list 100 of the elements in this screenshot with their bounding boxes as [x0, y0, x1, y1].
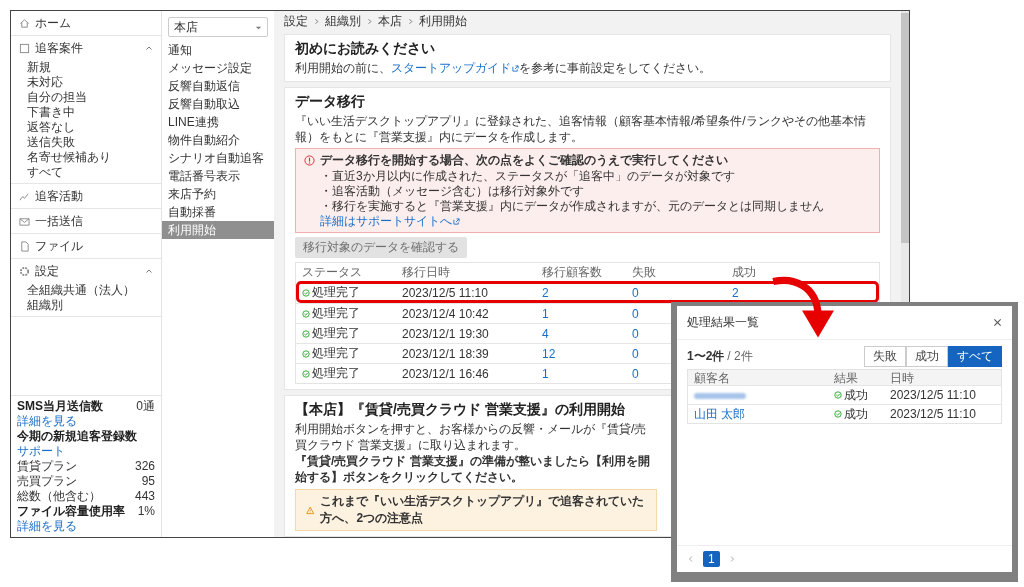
dialog-title: 処理結果一覧	[687, 314, 759, 331]
nav-subitem[interactable]: すべて	[27, 165, 161, 180]
result-range: 1〜2件	[687, 348, 725, 365]
stat-label: 総数（他含む）	[17, 489, 101, 503]
check-circle-icon	[302, 288, 310, 297]
stat-link[interactable]: 詳細を見る	[17, 519, 77, 533]
card-title: 初めにお読みください	[295, 40, 435, 58]
nav-icon	[19, 265, 30, 277]
nav-subitem[interactable]: 未対応	[27, 75, 161, 90]
alert-icon	[304, 155, 315, 166]
table-cell-text: 2023/12/5 11:10	[889, 388, 977, 402]
nav-subitem[interactable]: 全組織共通（法人）	[27, 283, 161, 298]
submenu-item[interactable]: 来店予約	[162, 185, 274, 203]
check-circle-icon	[302, 369, 310, 378]
result-text: 成功	[844, 405, 868, 423]
card-title: 【本店】『賃貸/売買クラウド 営業支援』の利用開始	[295, 401, 625, 419]
nav-item[interactable]: 設定	[11, 259, 161, 283]
page-button[interactable]: 1	[703, 551, 720, 567]
failed-link[interactable]: 0	[632, 306, 639, 321]
breadcrumb-item[interactable]: 設定	[284, 13, 308, 29]
nav-subitem[interactable]: 名寄せ候補あり	[27, 150, 161, 165]
nav-subitem[interactable]: 組織別	[27, 298, 161, 313]
nav-subitem[interactable]: 送信失敗	[27, 135, 161, 150]
nav-item[interactable]: ファイル	[11, 234, 161, 258]
support-link[interactable]: 詳細はサポートサイトへ	[320, 214, 460, 229]
table-cell-text: 2023/12/5 11:10	[402, 285, 489, 300]
card-title: データ移行	[295, 93, 365, 111]
intro-text: 利用開始の前に、スタートアップガイド を参考に事前設定をしてください。	[295, 60, 712, 76]
caret-icon[interactable]	[145, 267, 153, 275]
check-circle-icon	[834, 391, 842, 399]
submenu-item[interactable]: 反響自動取込	[162, 95, 274, 113]
submenu-item[interactable]: 通知	[162, 41, 274, 59]
success-link[interactable]: 2	[732, 285, 739, 300]
breadcrumb-item[interactable]: 本店	[378, 13, 402, 29]
alert-title: データ移行を開始する場合、次の点をよくご確認のうえで実行してください	[320, 152, 728, 169]
external-link-icon	[453, 218, 460, 225]
check-circle-icon	[834, 410, 842, 418]
external-link-icon	[512, 65, 519, 72]
nav-icon	[19, 42, 30, 54]
stat-value: 0通	[136, 399, 155, 414]
nav-subitem[interactable]: 返答なし	[27, 120, 161, 135]
stat-value: 1%	[137, 504, 155, 519]
nav-item[interactable]: ホーム	[11, 11, 161, 35]
nav-item[interactable]: 追客案件	[11, 36, 161, 60]
guide-link[interactable]: スタートアップガイド	[391, 61, 519, 75]
submenu-item[interactable]: 反響自動返信	[162, 77, 274, 95]
stat-value: 95	[141, 474, 155, 489]
stat-link[interactable]: サポート	[17, 444, 65, 458]
submenu-item[interactable]: メッセージ設定	[162, 59, 274, 77]
caret-icon[interactable]	[145, 44, 153, 52]
filter-tab[interactable]: 成功	[906, 346, 948, 367]
stat-label: ファイル容量使用率	[17, 504, 125, 518]
column-header: ステータス	[302, 263, 363, 281]
status-text: 処理完了	[312, 325, 360, 342]
nav-subitem[interactable]: 自分の担当	[27, 90, 161, 105]
count-link[interactable]: 4	[542, 326, 549, 341]
column-header: 結果	[833, 370, 859, 387]
submenu-item[interactable]: LINE連携	[162, 113, 274, 131]
stat-value: 326	[134, 459, 155, 474]
table-cell-text: 2023/12/4 10:42	[402, 306, 490, 321]
customer-link[interactable]: 山田 太郎	[694, 406, 746, 421]
failed-link[interactable]: 0	[632, 346, 639, 361]
nav-item[interactable]: 一括送信	[11, 209, 161, 233]
breadcrumb-item[interactable]: 組織別	[325, 13, 361, 29]
status-text: 処理完了	[312, 284, 360, 301]
count-link[interactable]: 1	[542, 366, 549, 381]
close-icon[interactable]	[993, 318, 1002, 327]
submenu-item[interactable]: シナリオ自動追客	[162, 149, 274, 167]
failed-link[interactable]: 0	[632, 326, 639, 341]
stat-value: 443	[134, 489, 155, 504]
count-link[interactable]: 1	[542, 306, 549, 321]
result-text: 成功	[844, 386, 868, 404]
column-header: 失敗	[632, 263, 657, 281]
submenu-item[interactable]: 物件自動紹介	[162, 131, 274, 149]
filter-tab[interactable]: すべて	[948, 346, 1002, 367]
stat-label: 売買プラン	[17, 474, 77, 488]
count-link[interactable]: 2	[542, 285, 549, 300]
column-header: 移行顧客数	[542, 263, 603, 281]
submenu-item[interactable]: 自動採番	[162, 203, 274, 221]
filter-tab[interactable]: 失敗	[864, 346, 906, 367]
nav-subitem[interactable]: 新規	[27, 60, 161, 75]
status-text: 処理完了	[312, 305, 360, 322]
check-circle-icon	[302, 309, 310, 318]
status-text: 処理完了	[312, 365, 360, 382]
table-cell-text: 2023/12/1 16:46	[402, 366, 490, 381]
alert-text: ・追客活動（メッセージ含む）は移行対象外です	[320, 184, 585, 199]
result-total: / 2件	[727, 348, 753, 365]
nav-icon	[19, 215, 30, 227]
stat-label: SMS当月送信数	[17, 399, 103, 413]
failed-link[interactable]: 0	[632, 285, 639, 300]
nav-item[interactable]: 追客活動	[11, 184, 161, 208]
failed-link[interactable]: 0	[632, 366, 639, 381]
table-cell-text: 2023/12/5 11:10	[889, 407, 977, 421]
store-select[interactable]: 本店	[168, 17, 268, 37]
alert-text: ・移行を実施すると『営業支援』内にデータが作成されますが、元のデータとは同期しません	[320, 199, 825, 214]
nav-subitem[interactable]: 下書き中	[27, 105, 161, 120]
breadcrumb-item[interactable]: 利用開始	[419, 13, 467, 29]
stat-link[interactable]: 詳細を見る	[17, 414, 77, 428]
submenu-item[interactable]: 電話番号表示	[162, 167, 274, 185]
count-link[interactable]: 12	[542, 346, 556, 361]
